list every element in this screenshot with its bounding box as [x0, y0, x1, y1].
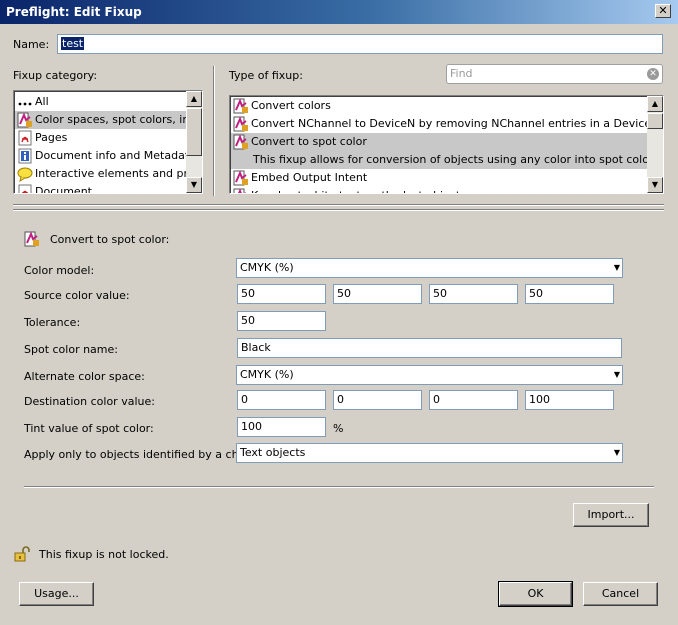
category-list[interactable]: All Color spaces, spot colors, inks Pages D…: [13, 90, 203, 194]
item-label: Pages: [35, 131, 68, 144]
category-item[interactable]: Document info and Metadata: [15, 147, 186, 165]
clear-search-icon[interactable]: ✕: [647, 68, 659, 80]
dest-color-label: Destination color value:: [24, 395, 155, 408]
name-value: test: [61, 37, 85, 50]
color-model-select[interactable]: CMYK (%) ▼: [236, 258, 623, 278]
item-label: Convert colors: [251, 99, 331, 112]
category-item[interactable]: Pages: [15, 129, 186, 147]
color-model-value: CMYK (%): [240, 261, 294, 274]
tint-label: Tint value of spot color:: [24, 422, 154, 435]
fixup-icon: [233, 188, 249, 193]
ok-button[interactable]: OK: [498, 581, 573, 607]
find-input[interactable]: Find ✕: [446, 64, 663, 84]
category-item[interactable]: All: [15, 93, 186, 111]
source-y-input[interactable]: 50: [429, 284, 518, 304]
source-c-input[interactable]: 50: [237, 284, 326, 304]
dest-k-input[interactable]: 100: [525, 390, 614, 410]
type-label: Type of fixup:: [229, 69, 303, 82]
scroll-up-arrow-icon[interactable]: ▲: [186, 91, 202, 107]
splitter-line: [13, 204, 664, 206]
dots-icon: [17, 94, 33, 110]
scroll-thumb[interactable]: [186, 108, 202, 156]
fixup-type-item[interactable]: Convert NChannel to DeviceN by removing …: [231, 115, 647, 133]
fixup-type-list[interactable]: Convert colors Convert NChannel to Device…: [229, 95, 664, 194]
apply-check-label: Apply only to objects identified by a ch…: [24, 448, 262, 461]
alt-space-select[interactable]: CMYK (%) ▼: [236, 365, 623, 385]
window-title: Preflight: Edit Fixup: [6, 5, 142, 19]
scroll-down-arrow-icon[interactable]: ▼: [186, 177, 202, 193]
find-placeholder: Find: [450, 67, 473, 80]
usage-button[interactable]: Usage...: [19, 582, 94, 606]
tint-unit: %: [333, 422, 344, 435]
alt-space-value: CMYK (%): [240, 368, 294, 381]
color-icon: [17, 112, 33, 128]
category-item[interactable]: Document: [15, 183, 186, 194]
source-color-label: Source color value:: [24, 289, 130, 302]
item-label: Embed Output Intent: [251, 171, 368, 184]
scroll-down-arrow-icon[interactable]: ▼: [647, 177, 663, 193]
fixup-type-item[interactable]: Embed Output Intent: [231, 169, 647, 187]
details-heading: Convert to spot color:: [50, 233, 170, 246]
pdf-icon: [17, 184, 33, 193]
spot-name-input[interactable]: Black: [237, 338, 622, 358]
item-label: All: [35, 95, 49, 108]
title-bar: Preflight: Edit Fixup: [0, 0, 678, 24]
dest-c-input[interactable]: 0: [237, 390, 326, 410]
apply-check-value: Text objects: [240, 446, 306, 459]
dest-m-input[interactable]: 0: [333, 390, 422, 410]
splitter-line: [13, 209, 664, 211]
fixup-icon: [233, 116, 249, 132]
unlock-icon: [14, 546, 30, 562]
fixup-icon: [233, 170, 249, 186]
category-label: Fixup category:: [13, 69, 98, 82]
fixup-type-item[interactable]: Knockout white text on the last object: [231, 187, 647, 193]
dropdown-arrow-icon: ▼: [613, 370, 620, 379]
item-label: Convert to spot color: [251, 135, 367, 148]
description-text: This fixup allows for conversion of obje…: [253, 153, 647, 166]
close-button[interactable]: ✕: [655, 4, 671, 18]
vertical-divider: [213, 66, 215, 196]
item-label: Knockout white text on the last object: [251, 187, 460, 193]
pdf-icon: [17, 130, 33, 146]
dropdown-arrow-icon: ▼: [613, 448, 620, 457]
category-item[interactable]: Color spaces, spot colors, inks: [15, 111, 186, 129]
name-label: Name:: [13, 38, 50, 51]
scroll-thumb[interactable]: [647, 113, 663, 129]
tolerance-label: Tolerance:: [24, 316, 81, 329]
category-item[interactable]: Interactive elements and prope: [15, 165, 186, 183]
scroll-up-arrow-icon[interactable]: ▲: [647, 96, 663, 112]
item-label: Document info and Metadata: [35, 149, 186, 162]
lock-status-text: This fixup is not locked.: [39, 548, 169, 561]
source-k-input[interactable]: 50: [525, 284, 614, 304]
name-input[interactable]: test: [57, 34, 663, 54]
fixup-type-item-description: This fixup allows for conversion of obje…: [231, 151, 647, 169]
apply-check-select[interactable]: Text objects ▼: [236, 443, 623, 463]
category-scrollbar[interactable]: ▲ ▼: [186, 91, 202, 193]
close-icon: ✕: [658, 4, 668, 17]
comment-icon: [17, 166, 33, 183]
item-label: Document: [35, 185, 92, 194]
cancel-button[interactable]: Cancel: [583, 582, 658, 606]
tint-input[interactable]: 100: [237, 417, 326, 437]
dest-y-input[interactable]: 0: [429, 390, 518, 410]
fixup-scrollbar[interactable]: ▲ ▼: [647, 96, 663, 193]
source-m-input[interactable]: 50: [333, 284, 422, 304]
spot-name-label: Spot color name:: [24, 343, 118, 356]
fixup-icon: [24, 231, 40, 247]
tolerance-input[interactable]: 50: [237, 311, 326, 331]
divider: [24, 486, 654, 488]
fixup-type-item[interactable]: Convert colors: [231, 97, 647, 115]
fixup-icon: [233, 98, 249, 114]
info-doc-icon: [17, 148, 33, 164]
item-label: Color spaces, spot colors, inks: [35, 113, 186, 126]
color-model-label: Color model:: [24, 264, 95, 277]
fixup-type-item[interactable]: Convert to spot color: [231, 133, 647, 151]
item-label: Interactive elements and prope: [35, 167, 186, 180]
alt-space-label: Alternate color space:: [24, 370, 145, 383]
fixup-icon: [233, 134, 249, 150]
import-button[interactable]: Import...: [573, 503, 649, 527]
dropdown-arrow-icon: ▼: [613, 263, 620, 272]
item-label: Convert NChannel to DeviceN by removing …: [251, 117, 647, 130]
